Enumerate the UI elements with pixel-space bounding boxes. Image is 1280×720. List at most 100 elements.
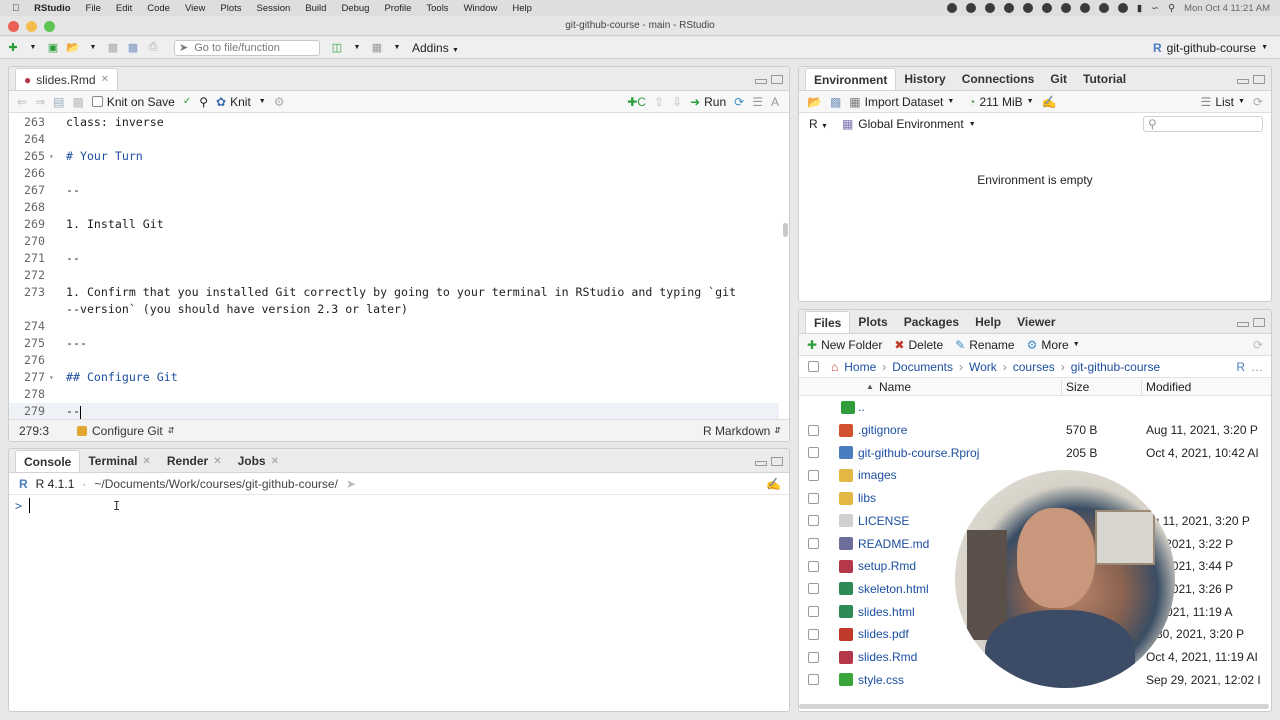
file-row[interactable]: .gitignore 570 B Aug 11, 2021, 3:20 P [799, 419, 1271, 442]
refresh-icon[interactable]: ⟳ [1253, 95, 1271, 109]
file-name[interactable]: style.css [858, 673, 904, 687]
code-editor[interactable]: 263 class: inverse 264 265 ▾ # Your Turn 266 26… [9, 115, 779, 420]
list-view-button[interactable]: ☰ List ▼ [1201, 95, 1245, 109]
maximize-pane-button[interactable] [1253, 75, 1265, 84]
code-line[interactable]: 1. Confirm that you installed Git correc… [66, 285, 736, 299]
file-checkbox[interactable] [808, 492, 819, 504]
tab-render[interactable]: Render ✕ [159, 450, 230, 472]
goto-file-function-input[interactable]: ➤ Go to file/function [174, 39, 320, 56]
maximize-pane-button[interactable] [1253, 318, 1265, 327]
maximize-pane-button[interactable] [771, 75, 783, 84]
knit-on-save-checkbox[interactable] [91, 96, 103, 107]
scope-selector[interactable]: ▦ Global Environment ▼ [842, 117, 976, 131]
dropdown-icon[interactable]: ▼ [26, 41, 40, 55]
file-type-menu[interactable]: R Markdown ⇵ [703, 424, 789, 438]
minimize-pane-button[interactable] [755, 79, 767, 84]
memory-usage-button[interactable]: ◔ 211 MiB ▼ [968, 95, 1033, 109]
pane-layout-icon[interactable]: ▦ [370, 41, 384, 55]
minimize-pane-button[interactable] [1237, 322, 1249, 327]
status-app-icon[interactable] [984, 3, 995, 13]
tab-files[interactable]: Files [805, 311, 851, 333]
rename-button[interactable]: ✎ Rename [955, 338, 1014, 352]
apple-icon[interactable]:  [12, 3, 19, 14]
more-button[interactable]: ⚙ More ▼ [1027, 338, 1080, 352]
file-name[interactable]: slides.pdf [858, 627, 909, 641]
tab-history[interactable]: History [896, 68, 953, 90]
run-button[interactable]: ➜ Run [690, 95, 726, 109]
file-checkbox[interactable] [808, 606, 819, 618]
file-name[interactable]: slides.Rmd [858, 650, 917, 664]
status-app-icon[interactable] [1117, 3, 1128, 13]
addins-menu[interactable]: Addins ▼ [412, 41, 459, 55]
clear-workspace-icon[interactable]: ✍ [1042, 95, 1057, 109]
print-icon[interactable]: ⎙ [146, 41, 160, 55]
dropdown-icon[interactable]: ▼ [86, 41, 100, 55]
status-app-icon[interactable] [1079, 3, 1090, 13]
file-checkbox[interactable] [808, 424, 819, 436]
file-row[interactable]: .. [799, 396, 1271, 419]
knit-button[interactable]: ✿ Knit ▼ [216, 95, 266, 109]
project-menu[interactable]: R git-github-course ▼ [1153, 41, 1280, 55]
menu-file[interactable]: File [86, 3, 101, 14]
delete-button[interactable]: ✖ Delete [894, 338, 943, 352]
save-all-icon[interactable]: ▩ [126, 41, 140, 55]
home-icon[interactable]: ⌂ [831, 360, 838, 374]
status-app-icon[interactable] [965, 3, 976, 13]
load-workspace-icon[interactable]: 📂 [807, 95, 822, 109]
file-name[interactable]: images [858, 468, 897, 482]
forward-icon[interactable]: ⇒ [35, 95, 45, 109]
breadcrumb-home[interactable]: Home [844, 360, 876, 374]
more-options-icon[interactable]: … [1251, 360, 1271, 374]
tab-connections[interactable]: Connections [954, 68, 1043, 90]
gear-icon[interactable]: ⚙ [274, 95, 285, 109]
breadcrumb-current[interactable]: git-github-course [1071, 360, 1160, 374]
status-app-icon[interactable] [1060, 3, 1071, 13]
clear-console-icon[interactable]: ✍ [766, 477, 781, 491]
search-icon[interactable]: ⚲ [1168, 3, 1175, 14]
menu-build[interactable]: Build [305, 3, 326, 14]
minimize-pane-button[interactable] [1237, 79, 1249, 84]
tab-console[interactable]: Console [15, 450, 81, 472]
select-all-checkbox[interactable] [808, 361, 819, 372]
menu-profile[interactable]: Profile [384, 3, 411, 14]
tab-environment[interactable]: Environment [805, 68, 897, 90]
fold-arrow-icon[interactable]: ▾ [49, 373, 54, 382]
file-checkbox[interactable] [808, 560, 819, 572]
file-name[interactable]: LICENSE [858, 514, 909, 528]
spellcheck-icon[interactable]: ✓ [183, 96, 191, 107]
language-selector[interactable]: R ▼ [809, 117, 828, 131]
menu-help[interactable]: Help [512, 3, 532, 14]
menu-tools[interactable]: Tools [426, 3, 448, 14]
close-icon[interactable]: ✕ [101, 74, 109, 85]
open-file-icon[interactable]: 📂 [66, 41, 80, 55]
status-app-icon[interactable] [1003, 3, 1014, 13]
version-control-icon[interactable]: ◫ [330, 41, 344, 55]
maximize-pane-button[interactable] [771, 457, 783, 466]
code-line[interactable]: -- [66, 251, 80, 265]
file-name[interactable]: .. [858, 400, 865, 414]
back-icon[interactable]: ⇐ [17, 95, 27, 109]
insert-chunk-icon[interactable]: ✚C [627, 95, 646, 109]
console-input-area[interactable]: > I [9, 495, 789, 705]
menu-edit[interactable]: Edit [116, 3, 132, 14]
status-app-icon[interactable] [946, 3, 957, 13]
menu-view[interactable]: View [185, 3, 205, 14]
breadcrumb-work[interactable]: Work [969, 360, 997, 374]
file-name[interactable]: setup.Rmd [858, 559, 916, 573]
files-hscrollbar[interactable] [799, 704, 1269, 709]
tab-git[interactable]: Git [1042, 68, 1075, 90]
outline-icon[interactable]: ☰ [752, 95, 763, 109]
tab-tutorial[interactable]: Tutorial [1075, 68, 1134, 90]
close-icon[interactable]: ✕ [142, 456, 150, 467]
fold-arrow-icon[interactable]: ▾ [49, 152, 54, 161]
battery-icon[interactable]: ▮ [1137, 3, 1142, 14]
import-dataset-button[interactable]: ▦ Import Dataset ▼ [849, 95, 954, 109]
up-arrow-icon[interactable]: ⇧ [654, 95, 664, 109]
status-app-icon[interactable] [1041, 3, 1052, 13]
code-line[interactable]: -- [66, 404, 80, 418]
new-file-icon[interactable]: ✚ [6, 41, 20, 55]
menu-plots[interactable]: Plots [220, 3, 241, 14]
file-checkbox[interactable] [808, 674, 819, 686]
tab-jobs[interactable]: Jobs ✕ [230, 450, 287, 472]
menu-rstudio[interactable]: RStudio [34, 3, 70, 14]
